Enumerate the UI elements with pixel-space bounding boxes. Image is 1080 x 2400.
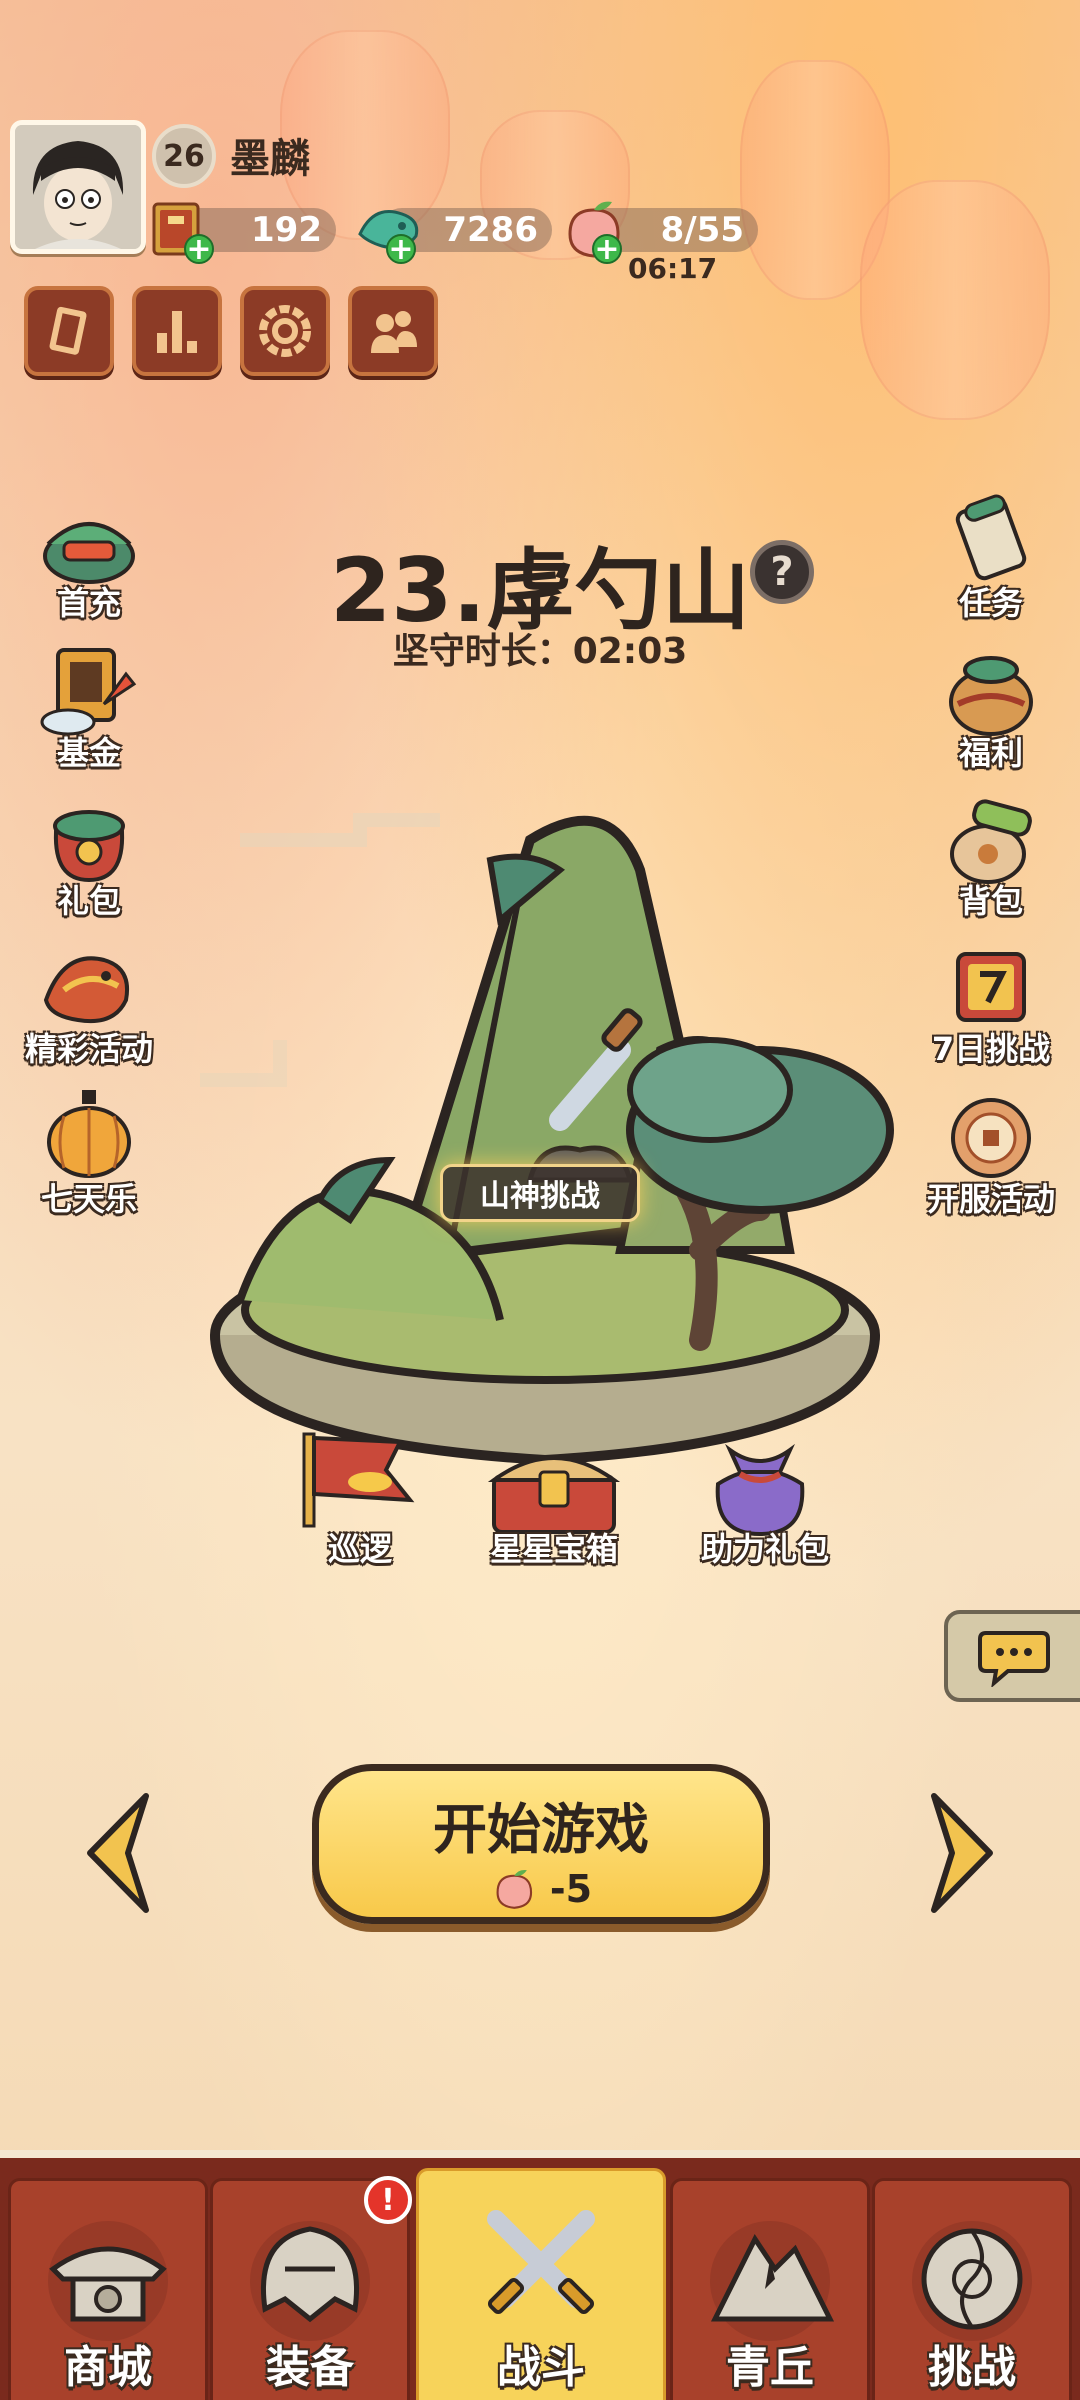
peach-icon (496, 1869, 532, 1909)
side-item-label: 福利 (958, 734, 1023, 772)
dragon-event-icon (43, 956, 129, 1023)
stamina-value: 8/55 (660, 210, 744, 250)
guard-time: 坚守时长：02:03 (392, 631, 688, 672)
side-item-backpack[interactable]: 背包 (916, 792, 1066, 922)
ranking-button[interactable] (132, 286, 222, 376)
tab-label: 挑战 (928, 2342, 1016, 2393)
background-lantern (860, 180, 1050, 420)
side-item-featured-events[interactable]: 精彩活动 (4, 940, 174, 1070)
assist-gift-label: 助力礼包 (700, 1530, 829, 1568)
tab-label: 战斗 (497, 2342, 585, 2393)
shop-icon (48, 2221, 168, 2341)
friends-icon (371, 311, 417, 353)
player-name: 墨麟 (230, 136, 310, 182)
side-item-label: 开服活动 (926, 1180, 1055, 1218)
settings-button[interactable] (240, 286, 330, 376)
side-item-label: 七天乐 (40, 1180, 137, 1218)
seven-day-icon (956, 952, 1026, 1022)
help-icon[interactable]: ? (750, 540, 814, 604)
side-item-label: 背包 (958, 882, 1023, 920)
star-chest-icon (487, 1456, 621, 1534)
side-item-label: 基金 (56, 734, 121, 772)
previous-stage-arrow[interactable] (80, 1788, 160, 1918)
start-game-label: 开始游戏 (433, 1798, 649, 1861)
add-stamina-button[interactable]: + (592, 234, 622, 265)
side-item-server-launch-events[interactable]: 开服活动 (906, 1090, 1076, 1220)
equipment-alert-badge: ! (364, 2176, 412, 2224)
start-game-button[interactable]: 开始游戏 -5 (312, 1764, 770, 1924)
tab-label: 装备 (266, 2342, 354, 2393)
jade-value: 7286 (443, 210, 538, 250)
ranking-icon (157, 311, 197, 353)
stamina-timer: 06:17 (628, 252, 718, 285)
tab-label: 商城 (64, 2342, 152, 2393)
patrol-label: 巡逻 (327, 1530, 392, 1568)
tab-shop[interactable]: 商城 (8, 2178, 208, 2400)
tickets-value: 192 (251, 210, 322, 250)
settings-icon (259, 305, 311, 357)
tab-challenge[interactable]: 挑战 (872, 2178, 1072, 2400)
start-cost: -5 (319, 1866, 763, 1912)
star-chest-label: 星星宝箱 (489, 1530, 618, 1568)
player-level-badge: 26 (152, 124, 216, 188)
server-event-icon (951, 1098, 1031, 1178)
patrol-button[interactable] (290, 1420, 430, 1540)
crossed-swords-icon (487, 2210, 595, 2315)
chat-bubble-icon (978, 1631, 1050, 1687)
side-item-label: 礼包 (56, 882, 121, 920)
friends-button[interactable] (348, 286, 438, 376)
side-item-seven-day-joy[interactable]: 七天乐 (14, 1090, 164, 1220)
mountain-god-challenge-button[interactable]: 山神挑战 (440, 1164, 640, 1222)
bottom-navigation: 商城 装备 战斗 青丘 挑战 (0, 2150, 1080, 2400)
tab-qingqiu[interactable]: 青丘 (670, 2178, 870, 2400)
card-button[interactable] (24, 286, 114, 376)
player-avatar[interactable] (10, 120, 146, 254)
side-item-gift-pack[interactable]: 礼包 (14, 792, 164, 922)
start-cost-value: -5 (549, 1867, 593, 1911)
tab-battle[interactable]: 战斗 (416, 2168, 666, 2400)
lantern-icon (47, 1090, 131, 1178)
chat-button[interactable] (944, 1610, 1080, 1702)
side-item-seven-day-challenge[interactable]: 7日挑战 (906, 940, 1076, 1070)
player-level: 26 (163, 138, 205, 174)
backpack-icon (950, 799, 1032, 884)
add-tickets-button[interactable]: + (184, 234, 214, 265)
gift-bag-icon (53, 810, 125, 883)
equipment-helmet-icon (250, 2221, 370, 2341)
tab-label: 青丘 (726, 2342, 814, 2393)
card-icon (49, 306, 87, 355)
side-item-label: 精彩活动 (24, 1030, 153, 1068)
next-stage-arrow[interactable] (920, 1788, 1000, 1918)
avatar-portrait (15, 125, 141, 249)
mountain-god-challenge-label: 山神挑战 (480, 1179, 600, 1214)
qingqiu-mountain-icon (710, 2221, 835, 2341)
add-jade-button[interactable]: + (386, 234, 416, 265)
patrol-flag-icon (302, 1432, 415, 1528)
challenge-disc-icon (912, 2221, 1032, 2341)
side-item-label: 7日挑战 (931, 1030, 1051, 1068)
